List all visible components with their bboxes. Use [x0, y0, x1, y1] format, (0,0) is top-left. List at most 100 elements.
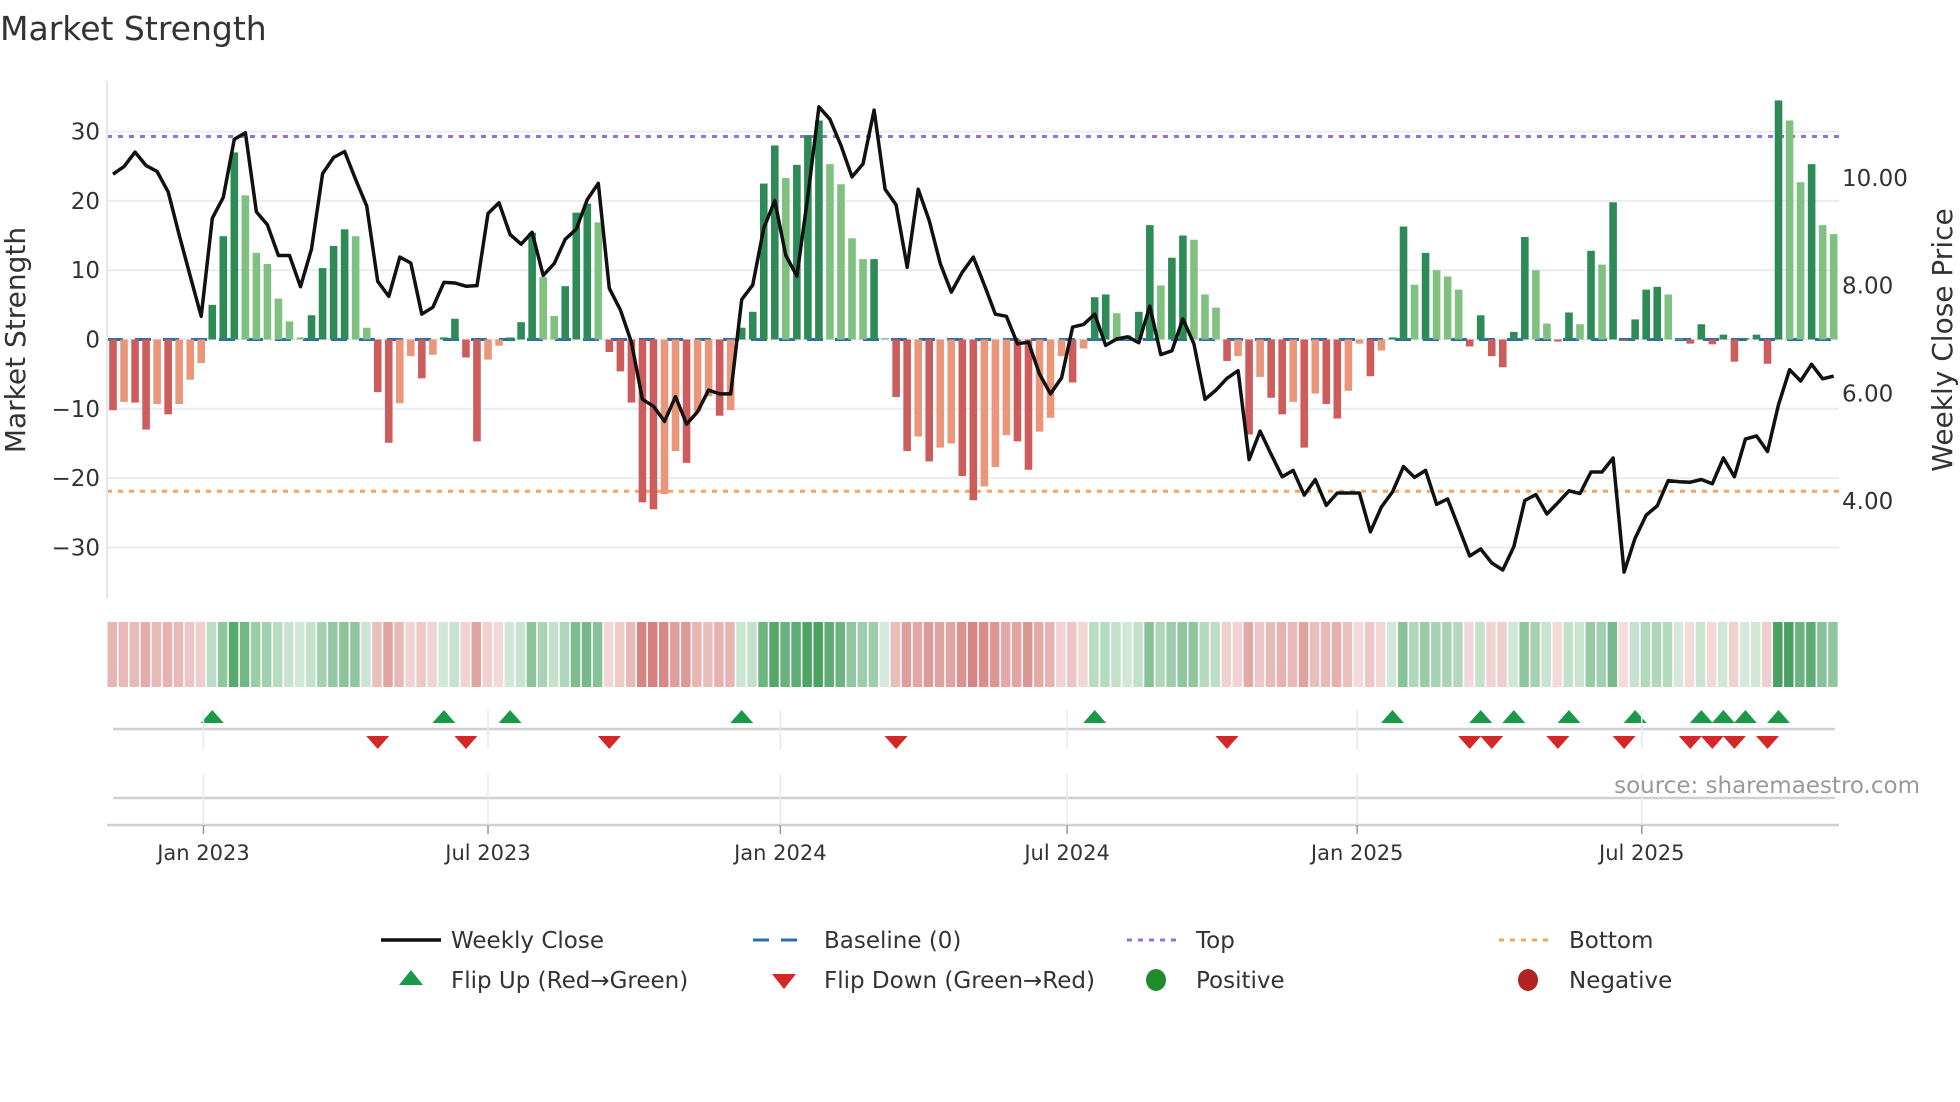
positive-bar	[1576, 324, 1584, 340]
positive-bar	[1774, 100, 1783, 340]
circle-icon	[1146, 969, 1166, 991]
positive-heat-cell	[791, 622, 801, 687]
legend-label: Weekly Close	[451, 928, 604, 954]
positive-bar	[274, 298, 283, 340]
negative-bar	[175, 339, 183, 404]
negative-heat-cell	[195, 622, 206, 687]
positive-bar	[451, 318, 459, 340]
positive-heat-cell	[449, 622, 459, 687]
positive-heat-cell	[339, 622, 349, 687]
positive-heat-cell	[824, 622, 834, 687]
positive-heat-cell	[250, 622, 261, 687]
negative-heat-cell	[1464, 622, 1474, 687]
negative-heat-cell	[1320, 622, 1331, 687]
negative-bar	[131, 339, 139, 403]
positive-heat-cell	[1155, 622, 1165, 687]
y2-tick-label: 10.00	[1842, 166, 1908, 192]
y-tick-label: 0	[85, 328, 100, 354]
positive-heat-cell	[328, 622, 338, 687]
positive-heat-cell	[1122, 622, 1132, 687]
positive-heat-cell	[1111, 622, 1121, 687]
negative-heat-cell	[1265, 622, 1276, 687]
negative-bar	[373, 339, 382, 393]
negative-heat-cell	[460, 622, 470, 687]
positive-bar	[1609, 202, 1617, 340]
negative-heat-cell	[681, 622, 691, 687]
negative-heat-cell	[659, 622, 669, 687]
x-tick-label: Jan 2023	[155, 841, 250, 865]
positive-bar	[1443, 276, 1452, 340]
positive-heat-cell	[228, 622, 239, 687]
negative-heat-cell	[714, 622, 724, 687]
negative-bar	[1344, 339, 1353, 391]
negative-heat-cell	[1342, 622, 1353, 687]
positive-heat-cell	[1739, 622, 1750, 687]
negative-bar	[1267, 339, 1275, 398]
source-label: source: sharemaestro.com	[1614, 773, 1920, 799]
circle-icon	[1518, 969, 1538, 991]
positive-heat-cell	[868, 622, 879, 687]
positive-bar	[539, 277, 547, 340]
y-axis-title: Market Strength	[0, 227, 32, 453]
positive-heat-cell	[846, 622, 857, 687]
positive-bar	[1741, 338, 1750, 340]
negative-heat-cell	[1254, 622, 1265, 687]
negative-heat-cell	[416, 622, 426, 687]
negative-heat-cell	[184, 622, 195, 687]
positive-heat-cell	[1530, 622, 1540, 687]
negative-heat-cell	[647, 622, 658, 687]
y-tick-label: −20	[51, 466, 100, 492]
negative-heat-cell	[1684, 622, 1695, 687]
negative-heat-cell	[1221, 622, 1232, 687]
negative-bar	[418, 339, 426, 379]
positive-bar	[759, 183, 768, 340]
positive-heat-cell	[780, 622, 790, 687]
positive-bar	[1807, 164, 1816, 340]
negative-bar	[1002, 339, 1011, 436]
negative-heat-cell	[1276, 622, 1287, 687]
positive-bar	[594, 222, 603, 340]
positive-heat-cell	[1662, 622, 1673, 687]
negative-bar	[484, 339, 492, 360]
positive-bar	[1752, 334, 1761, 340]
y-tick-label: −10	[51, 397, 100, 423]
positive-bar	[550, 315, 558, 340]
positive-heat-cell	[306, 622, 316, 687]
negative-heat-cell	[427, 622, 437, 687]
negative-bar	[407, 339, 415, 357]
legend-label: Flip Down (Green→Red)	[824, 968, 1095, 994]
positive-bar	[1785, 120, 1794, 340]
positive-bar	[583, 203, 592, 340]
positive-bar	[1521, 236, 1529, 340]
negative-heat-cell	[140, 622, 151, 687]
positive-heat-cell	[1806, 622, 1816, 687]
positive-heat-cell	[548, 622, 559, 687]
positive-bar	[1719, 334, 1728, 340]
negative-heat-cell	[394, 622, 404, 687]
negative-heat-cell	[383, 622, 393, 687]
negative-bar	[384, 339, 393, 443]
negative-heat-cell	[1034, 622, 1044, 687]
positive-heat-cell	[1431, 622, 1441, 687]
negative-bar	[1245, 339, 1253, 435]
negative-bar	[1046, 339, 1055, 418]
positive-heat-cell	[317, 622, 327, 687]
negative-bar	[616, 339, 625, 372]
positive-bar	[1598, 264, 1606, 340]
negative-heat-cell	[934, 622, 945, 687]
positive-bar	[1642, 289, 1650, 340]
negative-bar	[605, 339, 614, 352]
positive-bar	[219, 236, 228, 340]
positive-bar	[1410, 284, 1419, 340]
negative-heat-cell	[1618, 622, 1629, 687]
positive-bar	[1664, 294, 1673, 340]
positive-heat-cell	[1420, 622, 1430, 687]
positive-heat-cell	[1651, 622, 1662, 687]
positive-bar	[307, 315, 316, 340]
positive-heat-cell	[813, 622, 823, 687]
positive-heat-cell	[1773, 622, 1783, 687]
positive-bar	[285, 321, 294, 340]
negative-heat-cell	[372, 622, 382, 687]
negative-bar	[1013, 339, 1022, 442]
positive-bar	[1454, 289, 1463, 340]
